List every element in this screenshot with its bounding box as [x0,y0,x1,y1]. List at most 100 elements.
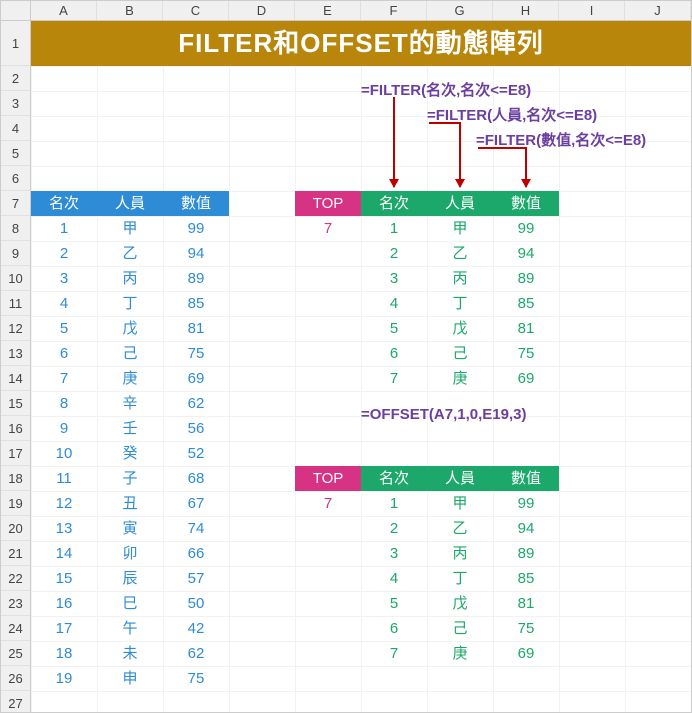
offset-table-cell[interactable]: 99 [493,491,559,516]
left-table-cell[interactable]: 辰 [97,566,163,591]
row-header[interactable]: 19 [1,491,30,516]
left-table-cell[interactable]: 18 [31,641,97,666]
filter-table-header[interactable]: 人員 [427,191,493,216]
left-table-cell[interactable]: 15 [31,566,97,591]
row-header[interactable]: 3 [1,91,30,116]
offset-table-cell[interactable]: 2 [361,516,427,541]
column-header[interactable]: G [427,1,493,20]
left-table-cell[interactable]: 戊 [97,316,163,341]
grid-area[interactable]: FILTER和OFFSET的動態陣列 =FILTER(名次,名次<=E8) =F… [31,21,691,712]
offset-table-cell[interactable]: 7 [361,641,427,666]
filter-table-cell[interactable]: 75 [493,341,559,366]
left-table-cell[interactable]: 丁 [97,291,163,316]
left-table-header[interactable]: 名次 [31,191,97,216]
row-header[interactable]: 21 [1,541,30,566]
left-table-cell[interactable]: 94 [163,241,229,266]
row-header[interactable]: 27 [1,691,30,713]
row-header[interactable]: 1 [1,21,30,66]
left-table-cell[interactable]: 癸 [97,441,163,466]
left-table-cell[interactable]: 3 [31,266,97,291]
left-table-cell[interactable]: 50 [163,591,229,616]
column-header[interactable]: D [229,1,295,20]
column-header[interactable]: A [31,1,97,20]
filter-table-cell[interactable]: 乙 [427,241,493,266]
row-header[interactable]: 16 [1,416,30,441]
filter-table-cell[interactable]: 5 [361,316,427,341]
offset-table-cell[interactable]: 4 [361,566,427,591]
offset-table-cell[interactable]: 乙 [427,516,493,541]
row-header[interactable]: 4 [1,116,30,141]
left-table-cell[interactable]: 75 [163,666,229,691]
left-table-cell[interactable]: 12 [31,491,97,516]
left-table-cell[interactable]: 6 [31,341,97,366]
row-header[interactable]: 24 [1,616,30,641]
left-table-cell[interactable]: 7 [31,366,97,391]
filter-table-cell[interactable]: 戊 [427,316,493,341]
left-table-cell[interactable]: 己 [97,341,163,366]
filter-table-cell[interactable]: 81 [493,316,559,341]
filter-table-cell[interactable]: 丙 [427,266,493,291]
left-table-cell[interactable]: 62 [163,641,229,666]
left-table-cell[interactable]: 8 [31,391,97,416]
offset-table-cell[interactable]: 6 [361,616,427,641]
left-table-cell[interactable]: 17 [31,616,97,641]
offset-top-value[interactable]: 7 [295,491,361,516]
left-table-cell[interactable]: 68 [163,466,229,491]
offset-table-cell[interactable]: 己 [427,616,493,641]
row-header[interactable]: 18 [1,466,30,491]
filter-table-cell[interactable]: 己 [427,341,493,366]
filter-table-cell[interactable]: 89 [493,266,559,291]
column-header[interactable]: F [361,1,427,20]
offset-table-cell[interactable]: 69 [493,641,559,666]
filter-table-cell[interactable]: 85 [493,291,559,316]
row-header[interactable]: 7 [1,191,30,216]
row-header[interactable]: 15 [1,391,30,416]
left-table-header[interactable]: 人員 [97,191,163,216]
left-table-cell[interactable]: 子 [97,466,163,491]
left-table-cell[interactable]: 57 [163,566,229,591]
column-header[interactable]: B [97,1,163,20]
column-header[interactable]: E [295,1,361,20]
left-table-header[interactable]: 數值 [163,191,229,216]
select-all-corner[interactable] [1,1,31,21]
offset-table-cell[interactable]: 庚 [427,641,493,666]
filter-table-cell[interactable]: 甲 [427,216,493,241]
filter-top-label[interactable]: TOP [295,191,361,216]
left-table-cell[interactable]: 99 [163,216,229,241]
filter-table-header[interactable]: 名次 [361,191,427,216]
left-table-cell[interactable]: 卯 [97,541,163,566]
left-table-cell[interactable]: 巳 [97,591,163,616]
left-table-cell[interactable]: 丙 [97,266,163,291]
filter-table-cell[interactable]: 庚 [427,366,493,391]
left-table-cell[interactable]: 丑 [97,491,163,516]
offset-table-header[interactable]: 名次 [361,466,427,491]
offset-table-cell[interactable]: 75 [493,616,559,641]
left-table-cell[interactable]: 寅 [97,516,163,541]
left-table-cell[interactable]: 乙 [97,241,163,266]
left-table-cell[interactable]: 4 [31,291,97,316]
row-header[interactable]: 6 [1,166,30,191]
left-table-cell[interactable]: 10 [31,441,97,466]
offset-table-header[interactable]: 人員 [427,466,493,491]
left-table-cell[interactable]: 午 [97,616,163,641]
row-header[interactable]: 8 [1,216,30,241]
left-table-cell[interactable]: 74 [163,516,229,541]
offset-table-cell[interactable]: 戊 [427,591,493,616]
filter-table-cell[interactable]: 1 [361,216,427,241]
column-header[interactable]: J [625,1,691,20]
offset-table-header[interactable]: 數值 [493,466,559,491]
row-header[interactable]: 20 [1,516,30,541]
offset-table-cell[interactable]: 81 [493,591,559,616]
left-table-cell[interactable]: 11 [31,466,97,491]
row-header[interactable]: 10 [1,266,30,291]
left-table-cell[interactable]: 69 [163,366,229,391]
left-table-cell[interactable]: 13 [31,516,97,541]
column-header[interactable]: I [559,1,625,20]
row-header[interactable]: 22 [1,566,30,591]
row-header[interactable]: 12 [1,316,30,341]
left-table-cell[interactable]: 2 [31,241,97,266]
filter-table-cell[interactable]: 3 [361,266,427,291]
left-table-cell[interactable]: 9 [31,416,97,441]
filter-table-header[interactable]: 數值 [493,191,559,216]
offset-table-cell[interactable]: 丁 [427,566,493,591]
